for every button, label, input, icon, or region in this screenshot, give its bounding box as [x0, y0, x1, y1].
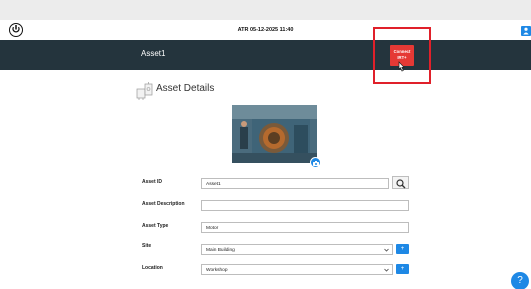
- help-button[interactable]: ?: [511, 272, 529, 289]
- chevron-down-icon: [384, 248, 389, 252]
- asset-description-label: Asset Description: [142, 201, 185, 207]
- location-label: Location: [142, 265, 163, 271]
- user-button[interactable]: [521, 26, 531, 36]
- top-band: [0, 0, 531, 20]
- asset-id-field[interactable]: Asset1: [201, 178, 389, 189]
- highlight-box: [373, 27, 431, 84]
- chevron-down-icon: [384, 268, 389, 272]
- user-icon: [523, 27, 529, 35]
- location-select[interactable]: Workshop: [201, 264, 393, 275]
- site-value: Main Building: [206, 248, 235, 253]
- site-select[interactable]: Main Building: [201, 244, 393, 255]
- asset-description-field[interactable]: [201, 200, 409, 211]
- search-button[interactable]: [392, 176, 409, 189]
- site-label: Site: [142, 243, 152, 249]
- asset-photo: [232, 105, 317, 163]
- asset-type-field[interactable]: Motor: [201, 222, 409, 233]
- asset-title: Asset1: [141, 49, 166, 58]
- add-location-button[interactable]: +: [396, 264, 409, 274]
- search-icon: [396, 178, 406, 188]
- camera-button[interactable]: [310, 157, 321, 168]
- section-title: Asset Details: [156, 83, 215, 94]
- asset-id-label: Asset ID: [142, 179, 163, 185]
- app-header: [0, 40, 531, 70]
- add-site-button[interactable]: +: [396, 244, 409, 254]
- timestamp-text: ATR 05-12-2025 11:40: [237, 27, 294, 33]
- asset-details-icon: [136, 82, 153, 100]
- camera-icon: [313, 160, 319, 166]
- location-value: Workshop: [206, 268, 228, 273]
- asset-type-label: Asset Type: [142, 223, 169, 229]
